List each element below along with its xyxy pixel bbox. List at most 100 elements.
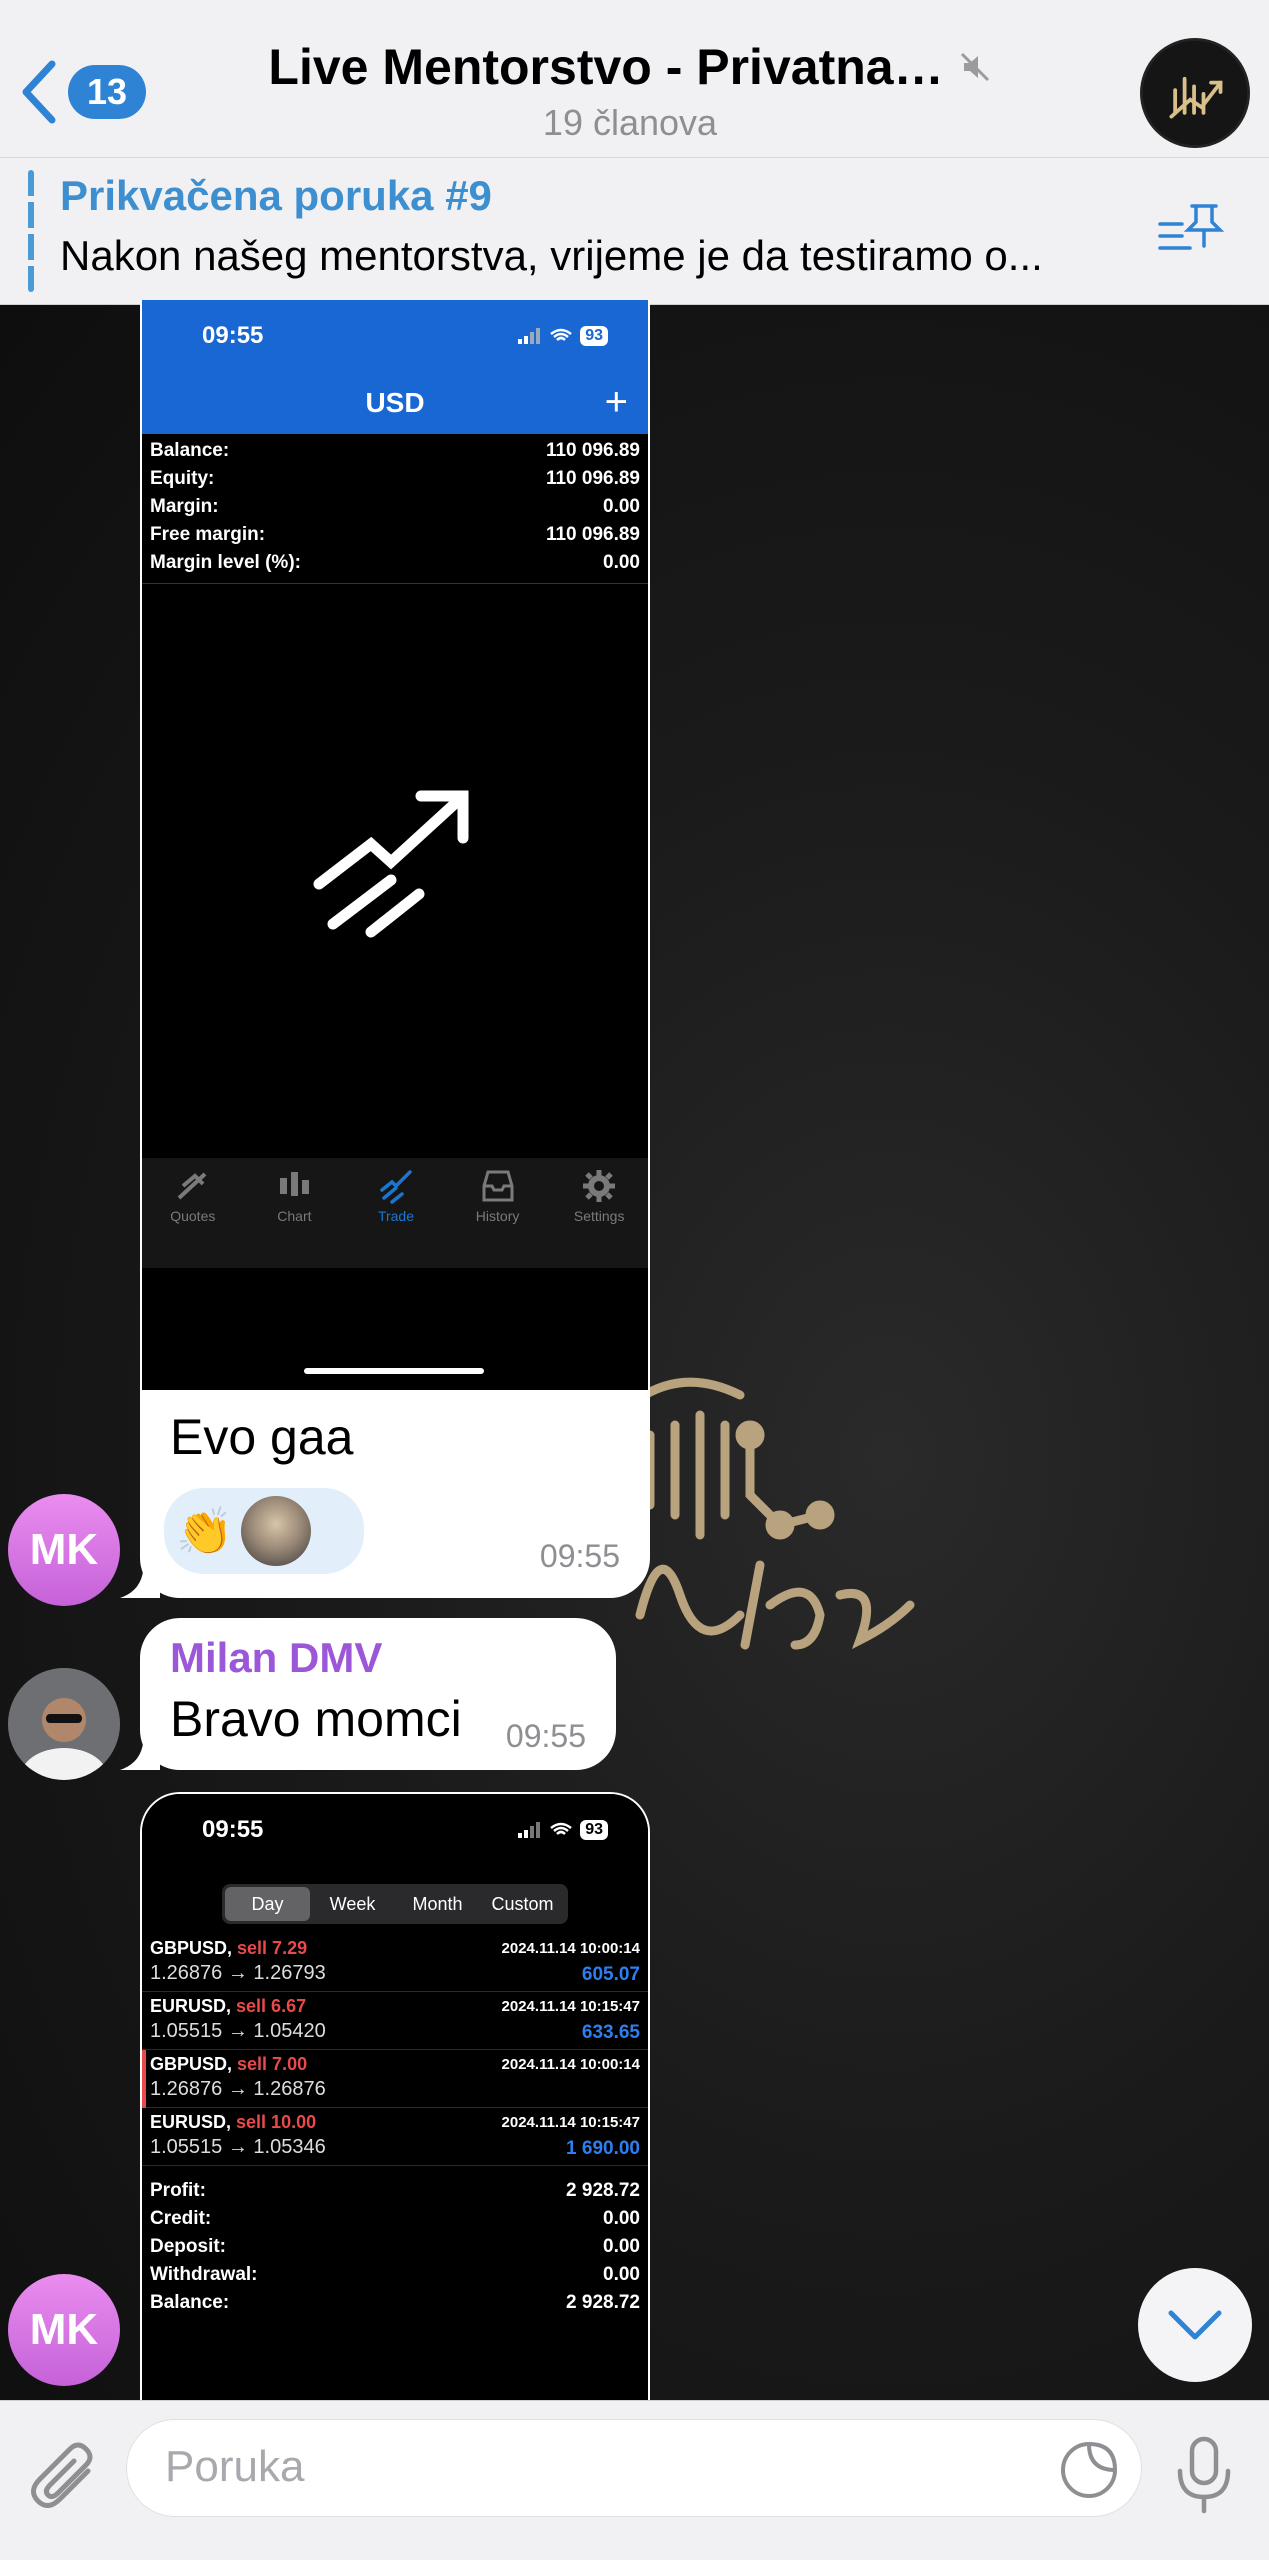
user-avatar-milan[interactable] bbox=[8, 1668, 120, 1780]
summary-value: 0.00 bbox=[603, 2208, 640, 2229]
summary-row: Balance: 2 928.72 bbox=[142, 2292, 648, 2320]
tab-settings[interactable]: Settings bbox=[554, 1168, 644, 1268]
empty-trade-area bbox=[142, 570, 648, 1158]
summary-row: Withdrawal: 0.00 bbox=[142, 2264, 648, 2292]
brand-watermark-logo bbox=[625, 1377, 915, 1650]
quotes-icon bbox=[177, 1172, 207, 1200]
account-summary: Balance: 110 096.89 Equity: 110 096.89 Mar… bbox=[142, 434, 648, 584]
phone-status-bar: 09:55 93 bbox=[142, 300, 648, 372]
reaction-chip[interactable]: 👏 bbox=[164, 1488, 364, 1574]
tab-label: Quotes bbox=[170, 1208, 216, 1224]
deal-date: 2024.11.14 10:15:47 bbox=[501, 2114, 640, 2131]
account-row: Margin: 0.00 bbox=[142, 496, 648, 524]
scroll-down-button[interactable] bbox=[1138, 2268, 1252, 2382]
account-value: 0.00 bbox=[603, 496, 640, 517]
deal-side: sell 7.00 bbox=[237, 2054, 308, 2074]
summary-value: 2 928.72 bbox=[566, 2180, 640, 2201]
pinned-indicator bbox=[28, 170, 34, 292]
tab-trade[interactable]: Trade bbox=[351, 1168, 441, 1268]
message-text: Evo gaa bbox=[170, 1409, 354, 1465]
chat-title-area[interactable]: Live Mentorstvo - Privatna… 19 članova bbox=[180, 38, 1080, 144]
bubble-tail bbox=[120, 1548, 160, 1598]
trading-logo-icon bbox=[1143, 41, 1247, 145]
segment-month[interactable]: Month bbox=[395, 1887, 480, 1921]
tab-label: Chart bbox=[277, 1208, 312, 1224]
phone-status-bar: 09:55 93 bbox=[142, 1794, 648, 1866]
wifi-icon bbox=[550, 1822, 572, 1835]
chevron-down-icon bbox=[1168, 2310, 1222, 2340]
clap-reaction: 👏 bbox=[176, 1504, 234, 1557]
summary-label: Credit: bbox=[150, 2208, 212, 2229]
pinned-list-icon[interactable] bbox=[1158, 200, 1224, 256]
message-bubble-3[interactable]: 09:55 93 Day Week Month Custom GBPUSD, s… bbox=[140, 1792, 650, 2412]
segment-week[interactable]: Week bbox=[310, 1887, 395, 1921]
status-time: 09:55 bbox=[202, 1816, 264, 1843]
sticker-icon[interactable] bbox=[1059, 2440, 1119, 2500]
sender-name: Milan DMV bbox=[170, 1634, 383, 1681]
message-time: 09:55 bbox=[505, 1718, 586, 1754]
tab-quotes[interactable]: Quotes bbox=[148, 1168, 238, 1268]
trend-arrow-icon bbox=[313, 790, 469, 938]
deal-profit: 1 690.00 bbox=[566, 2138, 640, 2159]
deal-side: sell 7.29 bbox=[237, 1938, 308, 1958]
screenshot-trade-screen[interactable]: 09:55 93 USD + Balance: 110 096.89 Equity… bbox=[142, 300, 648, 1390]
chat-header: 13 Live Mentorstvo - Privatna… 19 članov… bbox=[0, 0, 1269, 158]
wifi-icon bbox=[550, 328, 572, 341]
microphone-icon[interactable] bbox=[1174, 2435, 1234, 2515]
user-avatar-mk[interactable]: MK bbox=[8, 2274, 120, 2386]
message-bubble-1[interactable]: 09:55 93 USD + Balance: 110 096.89 Equity… bbox=[140, 300, 650, 1598]
group-avatar[interactable] bbox=[1140, 38, 1250, 148]
account-value: 110 096.89 bbox=[545, 524, 640, 545]
account-value: 110 096.89 bbox=[545, 440, 640, 461]
tab-label: Trade bbox=[377, 1208, 415, 1224]
message-bubble-2[interactable]: Milan DMV Bravo momci 09:55 bbox=[140, 1618, 616, 1770]
screenshot-history-screen[interactable]: 09:55 93 Day Week Month Custom GBPUSD, s… bbox=[142, 1794, 648, 2412]
back-button[interactable]: 13 bbox=[20, 60, 146, 124]
deal-date: 2024.11.14 10:15:47 bbox=[501, 1998, 640, 2015]
summary-value: 2 928.72 bbox=[566, 2292, 640, 2313]
chat-title: Live Mentorstvo - Privatna… bbox=[268, 39, 944, 95]
pinned-message-bar[interactable]: Prikvačena poruka #9 Nakon našeg mentors… bbox=[0, 158, 1269, 305]
pinned-title: Prikvačena poruka #9 bbox=[60, 172, 492, 219]
deal-symbol: GBPUSD, bbox=[150, 2054, 233, 2074]
deal-side: sell 10.00 bbox=[236, 2112, 317, 2132]
account-label: Equity: bbox=[150, 468, 215, 489]
tab-history[interactable]: History bbox=[453, 1168, 543, 1268]
deal-row[interactable]: EURUSD, sell 10.00 2024.11.14 10:15:47 1… bbox=[142, 2108, 648, 2166]
deal-row[interactable]: GBPUSD, sell 7.29 2024.11.14 10:00:14 1.… bbox=[142, 1934, 648, 1992]
summary-row: Credit: 0.00 bbox=[142, 2208, 648, 2236]
inbox-icon bbox=[482, 1170, 514, 1202]
account-label: Margin: bbox=[150, 496, 219, 517]
deal-profit: 605.07 bbox=[581, 1964, 640, 1985]
message-text: Bravo momci bbox=[170, 1691, 462, 1747]
status-time: 09:55 bbox=[202, 322, 264, 349]
message-time: 09:55 bbox=[539, 1538, 620, 1574]
currency-header: USD + bbox=[142, 372, 648, 434]
deal-row[interactable]: GBPUSD, sell 7.00 2024.11.14 10:00:14 1.… bbox=[142, 2050, 648, 2108]
account-label: Free margin: bbox=[150, 524, 266, 545]
signal-icon bbox=[518, 1822, 541, 1838]
battery-level: 93 bbox=[580, 1820, 608, 1840]
home-indicator bbox=[304, 1368, 484, 1374]
paperclip-icon[interactable] bbox=[30, 2441, 100, 2515]
tab-chart[interactable]: Chart bbox=[249, 1168, 339, 1268]
user-avatar-mk[interactable]: MK bbox=[8, 1494, 120, 1606]
currency-label: USD bbox=[365, 387, 425, 418]
deal-prices: 1.26876 → 1.26876 bbox=[150, 2078, 326, 2100]
deal-prices: 1.05515 → 1.05420 bbox=[150, 2020, 326, 2042]
message-input[interactable] bbox=[165, 2442, 1045, 2492]
deal-symbol: EURUSD, bbox=[150, 2112, 232, 2132]
period-segmented-control: Day Week Month Custom bbox=[222, 1884, 568, 1924]
message-field bbox=[126, 2419, 1142, 2517]
message-input-bar bbox=[0, 2400, 1269, 2560]
summary-value: 0.00 bbox=[603, 2236, 640, 2257]
segment-custom[interactable]: Custom bbox=[480, 1887, 565, 1921]
deal-row[interactable]: EURUSD, sell 6.67 2024.11.14 10:15:47 1.… bbox=[142, 1992, 648, 2050]
segment-day[interactable]: Day bbox=[225, 1887, 310, 1921]
summary-label: Profit: bbox=[150, 2180, 206, 2201]
chevron-left-icon bbox=[22, 60, 56, 124]
account-value: 110 096.89 bbox=[545, 468, 640, 489]
deal-symbol: EURUSD, bbox=[150, 1996, 232, 2016]
deal-date: 2024.11.14 10:00:14 bbox=[501, 1940, 640, 1957]
history-summary: Profit: 2 928.72 Credit: 0.00 Deposit: 0.00… bbox=[142, 2180, 648, 2320]
